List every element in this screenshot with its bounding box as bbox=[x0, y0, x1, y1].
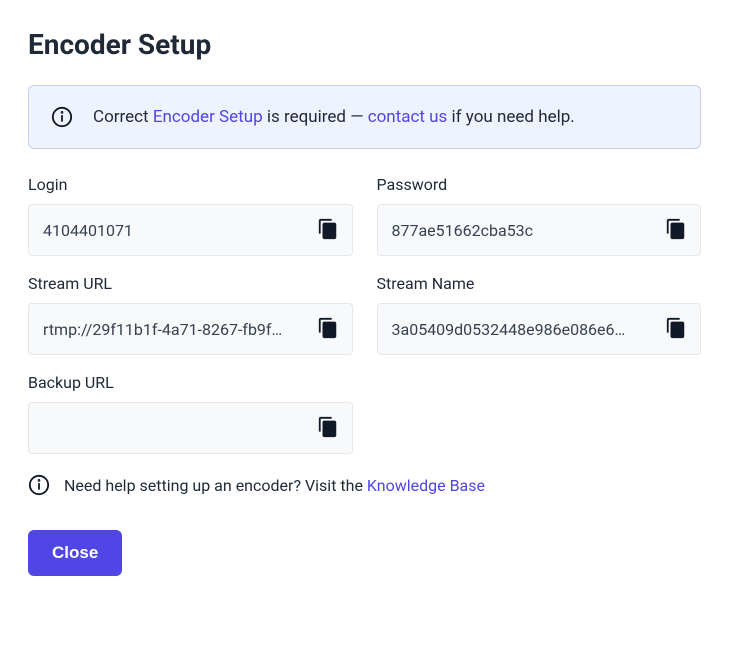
copy-login-button[interactable] bbox=[314, 216, 342, 244]
field-login: Login 4104401071 bbox=[28, 175, 353, 256]
encoder-setup-link[interactable]: Encoder Setup bbox=[153, 107, 263, 127]
copy-stream-url-button[interactable] bbox=[314, 315, 342, 343]
help-text: Need help setting up an encoder? Visit t… bbox=[64, 476, 485, 495]
knowledge-base-link[interactable]: Knowledge Base bbox=[367, 476, 485, 495]
password-box: 877ae51662cba53c bbox=[377, 204, 702, 256]
banner-suffix: if you need help. bbox=[447, 107, 574, 127]
backup-url-box bbox=[28, 402, 353, 454]
banner-text: Correct Encoder Setup is required — cont… bbox=[93, 107, 575, 127]
stream-name-label: Stream Name bbox=[377, 274, 702, 293]
stream-url-box: rtmp://29f11b1f-4a71-8267-fb9f… bbox=[28, 303, 353, 355]
stream-url-label: Stream URL bbox=[28, 274, 353, 293]
copy-password-button[interactable] bbox=[662, 216, 690, 244]
login-label: Login bbox=[28, 175, 353, 194]
copy-backup-url-button[interactable] bbox=[314, 414, 342, 442]
fields-grid: Login 4104401071 Password 877ae51662cba5… bbox=[28, 175, 701, 454]
password-label: Password bbox=[377, 175, 702, 194]
backup-url-label: Backup URL bbox=[28, 373, 353, 392]
password-value: 877ae51662cba53c bbox=[392, 221, 659, 240]
stream-url-value: rtmp://29f11b1f-4a71-8267-fb9f… bbox=[43, 320, 310, 339]
login-value: 4104401071 bbox=[43, 221, 310, 240]
login-box: 4104401071 bbox=[28, 204, 353, 256]
help-row: Need help setting up an encoder? Visit t… bbox=[28, 474, 701, 496]
info-banner: Correct Encoder Setup is required — cont… bbox=[28, 85, 701, 149]
help-prefix: Need help setting up an encoder? Visit t… bbox=[64, 476, 367, 495]
copy-icon bbox=[317, 416, 339, 441]
copy-icon bbox=[665, 218, 687, 243]
field-backup-url: Backup URL bbox=[28, 373, 353, 454]
copy-icon bbox=[317, 218, 339, 243]
field-stream-name: Stream Name 3a05409d0532448e986e086e6… bbox=[377, 274, 702, 355]
copy-icon bbox=[665, 317, 687, 342]
banner-middle: is required — bbox=[263, 107, 368, 127]
copy-icon bbox=[317, 317, 339, 342]
stream-name-value: 3a05409d0532448e986e086e6… bbox=[392, 320, 659, 339]
info-icon bbox=[28, 474, 50, 496]
field-password: Password 877ae51662cba53c bbox=[377, 175, 702, 256]
page-title: Encoder Setup bbox=[28, 28, 701, 61]
stream-name-box: 3a05409d0532448e986e086e6… bbox=[377, 303, 702, 355]
banner-prefix: Correct bbox=[93, 107, 153, 127]
close-button[interactable]: Close bbox=[28, 530, 122, 576]
info-icon bbox=[51, 106, 73, 128]
field-stream-url: Stream URL rtmp://29f11b1f-4a71-8267-fb9… bbox=[28, 274, 353, 355]
copy-stream-name-button[interactable] bbox=[662, 315, 690, 343]
contact-us-link[interactable]: contact us bbox=[368, 107, 448, 127]
